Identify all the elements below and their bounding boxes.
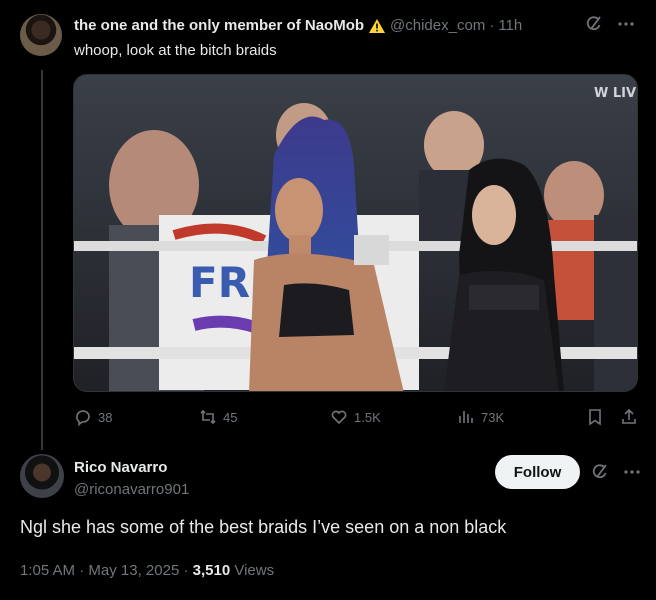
share-button[interactable] — [620, 408, 638, 426]
analytics-icon — [459, 411, 473, 423]
tweet-text: whoop, look at the bitch braids — [74, 42, 277, 59]
reply-time[interactable]: 1:05 AM — [20, 562, 75, 579]
separator-dot: · — [79, 562, 85, 579]
tweet-media-image[interactable]: FR W LIVE — [73, 74, 638, 392]
reply-text: Ngl she has some of the best braids I’ve… — [20, 517, 507, 537]
separator-dot: · — [183, 562, 189, 579]
share-icon — [622, 408, 636, 424]
reply-views-label: Views — [234, 562, 275, 579]
thread-connector-line — [41, 70, 43, 450]
warning-icon — [368, 18, 386, 34]
views-button[interactable]: 73K — [457, 408, 504, 426]
tweet-action-bar: 38 45 1.5K 73K — [74, 408, 640, 430]
reply-display-name[interactable]: Rico Navarro — [74, 459, 167, 476]
bookmark-button[interactable] — [586, 408, 604, 426]
reply-count: 38 — [98, 409, 113, 425]
display-name[interactable]: the one and the only member of NaoMob — [74, 17, 364, 34]
reply-views-count: 3,510 — [192, 562, 231, 579]
reply-handle[interactable]: @riconavarro901 — [74, 481, 189, 498]
grok-icon[interactable] — [590, 462, 610, 482]
more-options-icon[interactable] — [616, 14, 636, 34]
reply-top-actions — [590, 462, 642, 482]
tweet-top-actions — [584, 14, 636, 34]
reply-icon — [76, 410, 90, 426]
repost-icon — [200, 409, 216, 425]
reply-avatar[interactable] — [20, 454, 64, 498]
tweet-header: the one and the only member of NaoMob @c… — [74, 17, 522, 34]
separator-dot: · — [489, 17, 495, 34]
timestamp[interactable]: 11h — [498, 17, 522, 34]
network-watermark: W LIVE — [594, 86, 638, 101]
repost-button[interactable]: 45 — [199, 408, 237, 426]
handle[interactable]: @chidex_com — [390, 17, 485, 34]
more-options-icon[interactable] — [622, 462, 642, 482]
repost-count: 45 — [223, 409, 238, 425]
view-count: 73K — [481, 409, 505, 425]
heart-icon — [331, 410, 347, 425]
like-count: 1.5K — [354, 409, 381, 425]
like-button[interactable]: 1.5K — [330, 408, 381, 426]
reply-date[interactable]: May 13, 2025 — [88, 562, 179, 579]
grok-icon[interactable] — [584, 14, 604, 34]
sign-text: FR — [189, 258, 250, 307]
reply-button[interactable]: 38 — [74, 408, 112, 426]
follow-button[interactable]: Follow — [495, 455, 580, 489]
reply-metadata: 1:05 AM · May 13, 2025 · 3,510 Views — [20, 562, 274, 579]
avatar[interactable] — [20, 14, 62, 56]
bookmark-icon — [589, 409, 601, 426]
